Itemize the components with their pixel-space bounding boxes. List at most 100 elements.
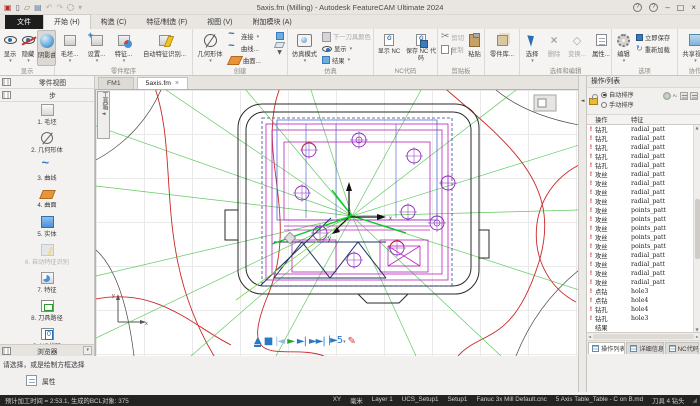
- status-item[interactable]: UCS_Setup1: [402, 396, 439, 405]
- auto-feature-recognition-button[interactable]: 自动特征识别...: [137, 30, 192, 66]
- operation-row[interactable]: ! 攻丝 radial_patt: [587, 260, 693, 269]
- sim-eject-button[interactable]: ▲: [254, 336, 261, 347]
- featurecam-app-icon[interactable]: ▣: [4, 3, 12, 12]
- sim-step-back-button[interactable]: |◄: [275, 336, 284, 348]
- operation-row[interactable]: ! 攻丝 points_patt: [587, 224, 693, 233]
- save-icon[interactable]: ▤: [34, 3, 42, 12]
- tab-file[interactable]: 文件: [5, 15, 43, 29]
- scroll-thumb[interactable]: [593, 334, 694, 339]
- curves-button[interactable]: 曲线...: [226, 43, 273, 55]
- sim-draw-mode-button[interactable]: ✎: [348, 336, 355, 348]
- redo-icon[interactable]: ↷: [56, 3, 63, 12]
- scroll-right-icon[interactable]: ►: [696, 334, 699, 339]
- delete-button[interactable]: × 删除: [543, 30, 565, 66]
- operation-row[interactable]: ! 攻丝 points_patt: [587, 233, 693, 242]
- sim-play-to-operation-button[interactable]: |►5: [328, 335, 345, 348]
- help-icon-2[interactable]: ?: [649, 3, 658, 12]
- status-item[interactable]: Setup1: [447, 396, 467, 405]
- graphics-canvas[interactable]: 工具箱 ◄: [95, 90, 578, 356]
- operation-row[interactable]: ! 攻丝 radial_patt: [587, 197, 693, 206]
- doc-tab-fm1[interactable]: FM1: [98, 77, 134, 89]
- shared-views-button[interactable]: 共享视图: [679, 30, 700, 66]
- operation-row[interactable]: ! 攻丝 points_patt: [587, 206, 693, 215]
- tab-view[interactable]: 视图 (V): [197, 15, 242, 29]
- close-button[interactable]: ×: [691, 3, 696, 12]
- solid-icon[interactable]: [276, 32, 284, 40]
- slope-icon[interactable]: [274, 42, 285, 48]
- collapse-arrow-icon[interactable]: ◄: [581, 98, 585, 392]
- save-now-button[interactable]: 立即保存: [634, 31, 676, 43]
- edit-options-button[interactable]: 编辑: [613, 30, 634, 66]
- save-nc-button[interactable]: 保存 NC 代码: [406, 30, 437, 66]
- operation-row[interactable]: ! 攻丝 radial_patt: [587, 278, 693, 287]
- next-tool-color-button[interactable]: 下一刀具颜色: [320, 31, 373, 43]
- operation-row[interactable]: ! 攻丝 points_patt: [587, 242, 693, 251]
- operation-row[interactable]: ! 钻孔 radial_patt: [587, 125, 693, 134]
- step-surfaces[interactable]: 4. 曲面: [0, 188, 94, 216]
- status-item[interactable]: 刀具 4 钻头: [652, 396, 684, 405]
- surfaces-button[interactable]: 曲面...: [226, 54, 273, 66]
- select-button[interactable]: 选择: [521, 30, 543, 66]
- operation-row[interactable]: ! 钻孔 radial_patt: [587, 143, 693, 152]
- settings-gear-icon[interactable]: [67, 4, 74, 11]
- sim-step-forward-button[interactable]: ►|: [297, 336, 306, 348]
- tab-construct[interactable]: 构造 (C): [91, 15, 137, 29]
- doc-tab-5axis[interactable]: 5axis.fm ×: [137, 77, 188, 89]
- tab-feature-manufacture[interactable]: 特征/制造 (F): [136, 15, 197, 29]
- tab-nc-code[interactable]: NC代码: [665, 342, 699, 354]
- expand-list-icon[interactable]: [680, 92, 688, 100]
- operation-row[interactable]: ! 攻丝 points_patt: [587, 215, 693, 224]
- shaded-surface-button[interactable]: 阴影曲面: [37, 30, 56, 66]
- manual-sort-radio[interactable]: 手动排序: [601, 100, 634, 109]
- tab-addins[interactable]: 附加模块 (A): [242, 15, 301, 29]
- browser-bar[interactable]: 浏览器 ▾: [0, 344, 94, 356]
- scroll-left-icon[interactable]: ◄: [588, 334, 591, 339]
- sort-az-icon[interactable]: A↓: [673, 92, 678, 100]
- stock-button[interactable]: 毛坯...: [56, 30, 83, 66]
- status-item[interactable]: Layer 1: [372, 396, 393, 405]
- scroll-up-icon[interactable]: ▲: [695, 125, 698, 130]
- toolbox-flyout-tab[interactable]: 工具箱 ◄: [97, 91, 110, 139]
- vertical-scrollbar[interactable]: ▲▼: [693, 125, 700, 332]
- collapse-chevron-icon[interactable]: ▾: [83, 346, 92, 355]
- horizontal-scrollbar[interactable]: ◄►: [587, 333, 700, 341]
- show-button[interactable]: 显示: [1, 30, 19, 66]
- reload-button[interactable]: ↻重新加载: [634, 43, 676, 55]
- properties-button[interactable]: 属性...: [589, 30, 613, 66]
- cad-drawing[interactable]: x y x y: [96, 90, 578, 356]
- connect-button[interactable]: 连接: [226, 31, 273, 43]
- operation-row[interactable]: ! 点钻 hole3: [587, 287, 693, 296]
- transform-button[interactable]: ◇ 变换...: [565, 30, 589, 66]
- lock-icon[interactable]: [589, 98, 598, 105]
- step-toolpaths[interactable]: 8. 刀具路径: [0, 300, 94, 328]
- simulation-mode-button[interactable]: 仿真模式: [289, 30, 320, 66]
- status-item[interactable]: Fanuc 3x Mill Default.cnc: [476, 396, 546, 405]
- scroll-down-icon[interactable]: ▼: [695, 327, 698, 332]
- filter-icon[interactable]: ▼: [277, 50, 282, 56]
- undo-icon[interactable]: ↶: [46, 3, 53, 12]
- operation-row[interactable]: ! 攻丝 radial_patt: [587, 269, 693, 278]
- sim-show-button[interactable]: 显示: [320, 43, 373, 55]
- scroll-thumb[interactable]: [695, 199, 700, 259]
- features-button[interactable]: 特征...: [110, 30, 137, 66]
- operation-row[interactable]: ! 钻孔 hole4: [587, 305, 693, 314]
- sim-fast-forward-button[interactable]: ►►|: [309, 336, 325, 348]
- help-icon[interactable]: ?: [633, 3, 642, 12]
- steps-icon[interactable]: [2, 91, 11, 99]
- step-features[interactable]: 7. 特征: [0, 272, 94, 300]
- step-afr[interactable]: 6. 自动特征识别: [0, 244, 94, 272]
- operation-row[interactable]: ! 钻孔 radial_patt: [587, 134, 693, 143]
- new-file-icon[interactable]: ▯: [16, 3, 20, 12]
- setups-button[interactable]: 设置...: [83, 30, 110, 66]
- operation-row[interactable]: ! 点钻 hole4: [587, 296, 693, 305]
- regenerate-icon[interactable]: [663, 92, 671, 100]
- step-nc-code[interactable]: 9. NC代码: [0, 328, 94, 344]
- operation-row[interactable]: ! 攻丝 radial_patt: [587, 188, 693, 197]
- tab-details[interactable]: 详细信息: [626, 342, 663, 354]
- close-tab-icon[interactable]: ×: [175, 80, 179, 87]
- operation-row[interactable]: ! 钻孔 radial_patt: [587, 161, 693, 170]
- show-nc-button[interactable]: 显示 NC: [375, 30, 404, 66]
- step-solids[interactable]: 5. 实体: [0, 216, 94, 244]
- part-view-icon[interactable]: [2, 78, 11, 86]
- sim-stop-button[interactable]: ■: [264, 336, 272, 348]
